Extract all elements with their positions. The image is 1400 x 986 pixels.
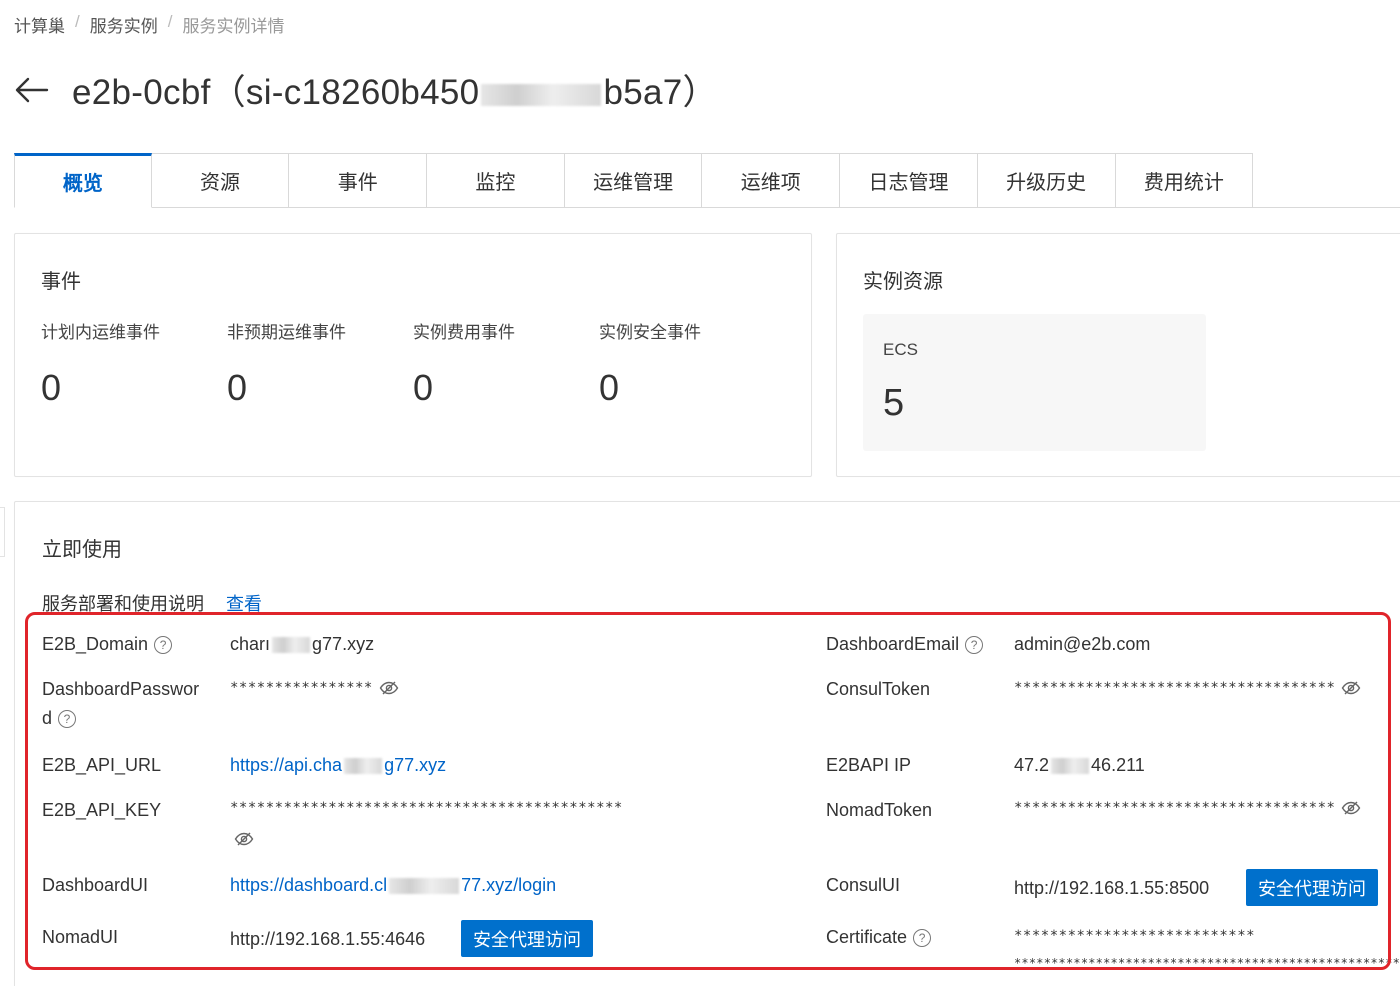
- event-stat-planned[interactable]: 计划内运维事件 0: [41, 318, 160, 409]
- eye-hidden-icon[interactable]: [1341, 680, 1361, 696]
- field-value-e2bapi-ip: 47.2 46.211: [1014, 755, 1145, 775]
- field-value-certificate-line1: ***************************: [1014, 928, 1256, 944]
- side-panel-handle[interactable]: [0, 507, 5, 557]
- field-value-e2b-domain: charı g77.xyz: [230, 634, 375, 654]
- field-value-nomad-ui: http://192.168.1.55:4646: [230, 929, 426, 949]
- page-header: e2b-0cbf（si-c18260b450 b5a7）: [14, 64, 718, 115]
- field-value-e2b-api-key: ****************************************…: [230, 800, 623, 849]
- breadcrumb-item-compute-nest[interactable]: 计算巢: [14, 12, 65, 37]
- back-arrow-icon[interactable]: [14, 72, 50, 108]
- field-key-label: DashboardEmail: [826, 634, 960, 654]
- redacted-mask: [272, 637, 311, 654]
- nomad-secure-proxy-button[interactable]: 安全代理访问: [461, 920, 593, 957]
- tab-overview[interactable]: 概览: [14, 153, 152, 208]
- quick-use-title: 立即使用: [42, 539, 122, 561]
- redacted-mask: [1051, 758, 1090, 775]
- field-key-e2bapi-ip: E2BAPI IP: [826, 755, 912, 775]
- eye-hidden-icon[interactable]: [1341, 800, 1361, 816]
- event-stat-security[interactable]: 实例安全事件 0: [599, 318, 701, 409]
- redacted-mask: [481, 83, 602, 106]
- event-stat-cost[interactable]: 实例费用事件 0: [413, 318, 515, 409]
- event-stat-unexpected[interactable]: 非预期运维事件 0: [227, 318, 346, 409]
- events-card: 事件 计划内运维事件 0 非预期运维事件 0 实例费用事件 0 实例安全事件 0: [14, 233, 812, 477]
- field-value-dashboard-password: ****************: [230, 680, 399, 696]
- eye-hidden-icon[interactable]: [234, 831, 254, 847]
- field-key-nomad-ui: NomadUI: [42, 927, 119, 947]
- event-stat-value: 0: [41, 367, 62, 408]
- masked-value: ************************************: [1014, 800, 1336, 816]
- field-key-certificate: Certificate ?: [826, 927, 932, 948]
- tab-monitoring[interactable]: 监控: [427, 153, 565, 208]
- redacted-mask: [344, 758, 383, 775]
- tab-cost-statistics[interactable]: 费用统计: [1115, 153, 1254, 208]
- field-key-nomad-token: NomadToken: [826, 800, 933, 820]
- help-icon[interactable]: ?: [965, 635, 984, 654]
- event-stat-label: 非预期运维事件: [227, 323, 346, 342]
- tab-bar: 概览 资源 事件 监控 运维管理 运维项 日志管理 升级历史 费用统计: [14, 153, 1400, 208]
- breadcrumb: 计算巢 / 服务实例 / 服务实例详情: [14, 12, 284, 37]
- field-value-dashboard-email: admin@e2b.com: [1014, 634, 1151, 654]
- breadcrumb-current: 服务实例详情: [182, 17, 285, 36]
- ecs-count: 5: [883, 382, 905, 424]
- ecs-resource-tile[interactable]: ECS 5: [863, 314, 1206, 451]
- instance-resources-card: 实例资源 ECS 5: [836, 233, 1400, 477]
- field-value-consul-token: ************************************: [1014, 680, 1361, 696]
- dashboard-ui-link[interactable]: https://dashboard.cl 77.xyz/login: [230, 875, 556, 896]
- event-stat-value: 0: [599, 367, 620, 408]
- help-icon[interactable]: ?: [58, 709, 77, 728]
- field-key-label: E2B_Domain: [42, 634, 149, 654]
- events-card-title: 事件: [41, 271, 81, 293]
- masked-value: ****************************************…: [230, 800, 623, 816]
- page-title: e2b-0cbf（si-c18260b450 b5a7）: [72, 73, 718, 112]
- tab-resources[interactable]: 资源: [151, 153, 290, 208]
- field-value-certificate-line2: ****************************************…: [1014, 956, 1400, 970]
- masked-value: ************************************: [1014, 680, 1336, 696]
- event-stat-label: 实例安全事件: [599, 323, 701, 342]
- field-key-label: Certificate: [826, 927, 908, 947]
- help-icon[interactable]: ?: [913, 928, 932, 947]
- help-icon[interactable]: ?: [154, 635, 173, 654]
- event-stat-label: 实例费用事件: [413, 323, 515, 342]
- field-key-e2b-domain: E2B_Domain ?: [42, 634, 173, 655]
- event-stat-value: 0: [413, 367, 434, 408]
- tab-ops-items[interactable]: 运维项: [702, 153, 841, 208]
- quick-use-card: 立即使用 服务部署和使用说明 查看: [14, 501, 1400, 986]
- e2b-api-url-link[interactable]: https://api.cha g77.xyz: [230, 755, 446, 776]
- field-key-consul-token: ConsulToken: [826, 679, 931, 699]
- usage-doc-label: 服务部署和使用说明: [42, 594, 204, 614]
- breadcrumb-item-service-instances[interactable]: 服务实例: [90, 12, 158, 37]
- tab-upgrade-history[interactable]: 升级历史: [977, 153, 1116, 208]
- redacted-mask: [389, 878, 460, 895]
- usage-doc-row: 服务部署和使用说明 查看: [42, 590, 262, 616]
- ecs-label: ECS: [883, 340, 918, 359]
- field-key-consul-ui: ConsulUI: [826, 875, 901, 895]
- eye-hidden-icon[interactable]: [379, 680, 399, 696]
- field-key-e2b-api-url: E2B_API_URL: [42, 755, 162, 775]
- tab-ops-management[interactable]: 运维管理: [564, 153, 703, 208]
- tab-log-management[interactable]: 日志管理: [840, 153, 978, 208]
- consul-secure-proxy-button[interactable]: 安全代理访问: [1246, 869, 1378, 906]
- field-key-dashboard-password: DashboardPasswor d?: [42, 679, 200, 728]
- breadcrumb-separator: /: [167, 12, 173, 31]
- view-doc-link[interactable]: 查看: [226, 590, 262, 616]
- tab-events[interactable]: 事件: [289, 153, 428, 208]
- field-value-nomad-token: ************************************: [1014, 800, 1361, 816]
- field-key-e2b-api-key: E2B_API_KEY: [42, 800, 162, 820]
- field-key-dashboard-ui: DashboardUI: [42, 875, 149, 895]
- field-value-consul-ui: http://192.168.1.55:8500: [1014, 878, 1210, 898]
- masked-value: ****************: [230, 680, 373, 696]
- event-stat-label: 计划内运维事件: [41, 323, 160, 342]
- breadcrumb-separator: /: [75, 12, 80, 31]
- field-key-dashboard-email: DashboardEmail ?: [826, 634, 984, 655]
- event-stat-value: 0: [227, 367, 248, 408]
- resources-card-title: 实例资源: [863, 271, 943, 293]
